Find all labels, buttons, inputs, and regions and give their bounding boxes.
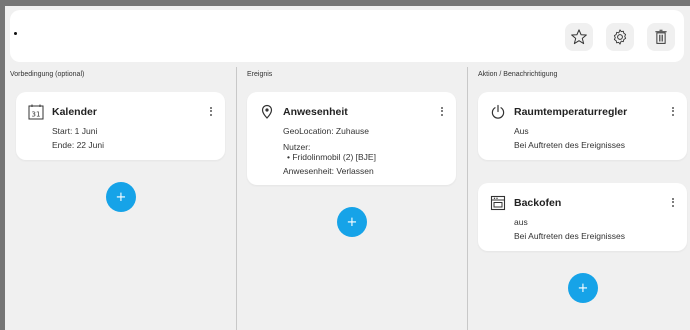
star-icon xyxy=(571,29,587,45)
gear-icon xyxy=(613,29,627,45)
card-detail-line: Bei Auftreten des Ereignisses xyxy=(514,231,626,241)
card-menu-button[interactable] xyxy=(206,104,216,118)
card-detail-line: • Fridolinmobil (2) [BJE] xyxy=(287,152,376,162)
card-detail-line: Aus xyxy=(514,126,529,136)
card-menu-button[interactable] xyxy=(437,104,447,118)
trash-icon xyxy=(655,29,667,44)
card-detail-line: Bei Auftreten des Ereignisses xyxy=(514,140,626,150)
top-toolbar xyxy=(10,10,684,62)
thermostat-action-card[interactable]: Raumtemperaturregler Aus Bei Auftreten d… xyxy=(478,92,687,160)
power-icon xyxy=(491,104,505,119)
calendar-condition-card[interactable]: 31 Kalender Start: 1 Juni Ende: 22 Juni xyxy=(16,92,225,160)
delete-button[interactable] xyxy=(647,23,675,51)
oven-icon xyxy=(490,195,506,211)
column-divider xyxy=(236,67,237,330)
calendar-icon: 31 xyxy=(28,104,44,120)
add-action-button[interactable]: + xyxy=(568,273,598,303)
card-title: Backofen xyxy=(514,197,562,209)
add-condition-button[interactable]: + xyxy=(106,182,136,212)
card-detail-line: Start: 1 Juni xyxy=(52,126,98,136)
card-detail-line: Nutzer: xyxy=(283,142,311,152)
column-divider xyxy=(467,67,468,330)
card-menu-button[interactable] xyxy=(668,104,678,118)
card-title: Raumtemperaturregler xyxy=(514,106,628,118)
presence-event-card[interactable]: Anwesenheit GeoLocation: Zuhause Nutzer:… xyxy=(247,92,456,185)
card-detail-line: aus xyxy=(514,217,528,227)
event-column-title: Ereignis xyxy=(247,71,273,78)
action-column-title: Aktion / Benachrichtigung xyxy=(478,71,558,78)
card-title: Anwesenheit xyxy=(283,106,348,118)
oven-action-card[interactable]: Backofen aus Bei Auftreten des Ereigniss… xyxy=(478,183,687,251)
card-detail-line: Ende: 22 Juni xyxy=(52,140,104,150)
title-dot xyxy=(14,32,17,35)
card-menu-button[interactable] xyxy=(668,195,678,209)
settings-button[interactable] xyxy=(606,23,634,51)
favorite-button[interactable] xyxy=(565,23,593,51)
condition-column-title: Vorbedingung (optional) xyxy=(10,71,85,78)
location-pin-icon xyxy=(261,104,273,119)
add-event-button[interactable]: + xyxy=(337,207,367,237)
card-title: Kalender xyxy=(52,106,97,118)
card-detail-line: Anwesenheit: Verlassen xyxy=(283,166,374,176)
card-detail-line: GeoLocation: Zuhause xyxy=(283,126,370,136)
svg-text:31: 31 xyxy=(32,111,41,119)
